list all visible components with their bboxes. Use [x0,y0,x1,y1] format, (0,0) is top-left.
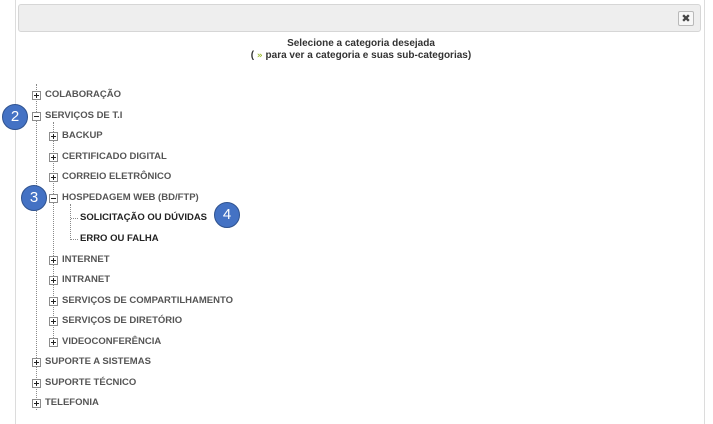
expand-icon[interactable] [49,173,58,182]
expand-icon[interactable] [49,338,58,347]
tree-item-telefonia[interactable]: TELEFONIA [45,397,99,409]
expand-icon[interactable] [49,276,58,285]
tree-item-erro-falha[interactable]: ERRO OU FALHA [80,233,159,245]
tree-item-suporte-sistemas[interactable]: SUPORTE A SISTEMAS [45,356,151,368]
expand-icon[interactable] [49,297,58,306]
expand-icon[interactable] [32,358,41,367]
tree-item-certificado-digital[interactable]: CERTIFICADO DIGITAL [62,151,167,163]
expand-icon[interactable] [49,132,58,141]
category-tree: COLABORAÇÃO SERVIÇOS DE T.I BACKUP CERTI… [0,0,713,424]
collapse-icon[interactable] [49,194,58,203]
tree-item-solicitacao-duvidas[interactable]: SOLICITAÇÃO OU DÚVIDAS [80,212,207,224]
collapse-icon[interactable] [32,112,41,121]
expand-icon[interactable] [49,317,58,326]
tree-connector [71,218,78,219]
expand-icon[interactable] [32,399,41,408]
tree-item-servicos-compartilhamento[interactable]: SERVIÇOS DE COMPARTILHAMENTO [62,295,233,307]
expand-icon[interactable] [32,91,41,100]
tree-guide-level2 [70,204,71,240]
expand-icon[interactable] [32,379,41,388]
callout-badge-2: 2 [2,104,28,130]
tree-item-correio-eletronico[interactable]: CORREIO ELETRÔNICO [62,171,171,183]
tree-item-intranet[interactable]: INTRANET [62,274,110,286]
tree-connector [71,239,78,240]
tree-item-backup[interactable]: BACKUP [62,130,103,142]
tree-item-videoconferencia[interactable]: VIDEOCONFERÊNCIA [62,336,161,348]
tree-item-internet[interactable]: INTERNET [62,254,110,266]
callout-badge-4: 4 [214,202,240,228]
tree-item-suporte-tecnico[interactable]: SUPORTE TÉCNICO [45,377,136,389]
tree-item-servicos-ti[interactable]: SERVIÇOS DE T.I [45,110,122,122]
tree-item-servicos-diretorio[interactable]: SERVIÇOS DE DIRETÓRIO [62,315,182,327]
expand-icon[interactable] [49,153,58,162]
callout-badge-3: 3 [21,185,47,211]
expand-icon[interactable] [49,256,58,265]
tree-item-colaboracao[interactable]: COLABORAÇÃO [45,89,121,101]
tree-item-hospedagem-web[interactable]: HOSPEDAGEM WEB (BD/FTP) [62,192,199,204]
